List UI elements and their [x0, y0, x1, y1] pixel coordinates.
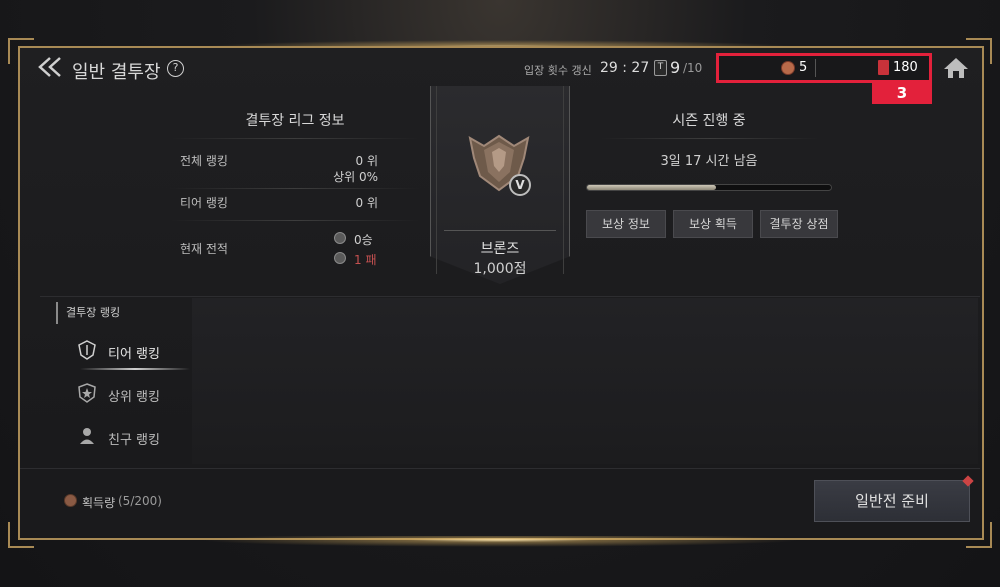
season-separator — [600, 138, 820, 139]
star-shield-icon — [78, 383, 96, 403]
arena-token-icon — [878, 60, 889, 75]
sidebar-item-label: 티어 랭킹 — [108, 347, 160, 362]
section-divider — [40, 296, 980, 297]
annotation-badge: 3 — [872, 82, 932, 104]
active-tab-indicator — [80, 368, 190, 370]
overall-ranking-label: 전체 랭킹 — [180, 154, 228, 168]
home-icon — [944, 58, 968, 78]
tier-crest-icon — [78, 340, 96, 360]
entry-refresh-timer: 29 : 27 — [600, 60, 650, 76]
wins-value: 0승 — [354, 233, 373, 247]
friend-icon — [80, 428, 94, 444]
battle-medal-icon — [64, 494, 77, 507]
sidebar-item-friend-ranking[interactable]: 친구 랭킹 — [70, 420, 190, 454]
tier-name: 브론즈 — [480, 241, 520, 257]
normal-match-prepare-button[interactable]: 일반전 준비 — [814, 480, 970, 522]
league-info-title: 결투장 리그 정보 — [245, 113, 345, 129]
losses-value: 1 패 — [354, 253, 377, 267]
sidebar-item-label: 상위 랭킹 — [108, 390, 160, 405]
ticket-current: 9 — [670, 58, 681, 77]
season-progress-bar — [586, 184, 832, 191]
tier-separator — [444, 230, 556, 231]
back-arrow-icon — [38, 57, 61, 77]
season-progress-fill — [587, 185, 717, 190]
battle-medal-icon — [781, 61, 795, 75]
sidebar-item-tier-ranking[interactable]: 티어 랭킹 — [70, 334, 190, 368]
league-separator — [170, 138, 420, 139]
screen: 일반 결투장 ? 입장 횟수 갱신 29 : 27 T 9 /10 5 180 … — [0, 0, 1000, 587]
league-separator — [170, 188, 420, 189]
claim-reward-button[interactable]: 보상 획득 — [673, 210, 753, 238]
tier-rank-badge: V — [509, 174, 531, 196]
overall-ranking-value: 0 위 — [355, 154, 379, 168]
current-record-label: 현재 전적 — [180, 242, 228, 256]
arena-shop-button[interactable]: 결투장 상점 — [760, 210, 838, 238]
league-separator — [170, 220, 420, 221]
tier-ranking-label: 티어 랭킹 — [180, 196, 228, 210]
defeat-icon — [334, 252, 346, 264]
home-button[interactable] — [942, 56, 970, 80]
arena-token-count: 180 — [893, 60, 918, 75]
currency-divider — [815, 59, 816, 77]
currency-highlight-box: 5 180 — [716, 53, 932, 83]
ranking-content-panel — [192, 298, 978, 464]
tier-ranking-value: 0 위 — [355, 196, 379, 210]
tier-points: 1,000점 — [473, 261, 527, 277]
back-button[interactable] — [36, 56, 66, 78]
sidebar-item-label: 친구 랭킹 — [108, 433, 160, 448]
entry-refresh-label: 입장 횟수 갱신 — [524, 64, 592, 77]
battle-medal-count: 5 — [799, 60, 808, 75]
arena-ranking-header: 결투장 랭킹 — [56, 302, 186, 324]
overall-ranking-percentile: 상위 0% — [333, 170, 378, 184]
trophy-icon — [334, 232, 346, 244]
ticket-max: /10 — [683, 61, 703, 75]
season-status-title: 시즌 진행 중 — [672, 113, 746, 129]
league-info-panel: 결투장 리그 정보 전체 랭킹 0 위 상위 0% 티어 랭킹 0 위 현재 전… — [158, 90, 432, 296]
header-bar: 일반 결투장 ? 입장 횟수 갱신 29 : 27 T 9 /10 5 180 — [20, 50, 980, 86]
reward-info-button[interactable]: 보상 정보 — [586, 210, 666, 238]
gain-count: (5/200) — [118, 494, 162, 508]
season-remaining-time: 3일 17 시간 남음 — [660, 154, 758, 169]
sidebar-item-top-ranking[interactable]: 상위 랭킹 — [70, 377, 190, 411]
ticket-icon: T — [654, 60, 667, 76]
gain-label: 획득량 — [82, 496, 116, 510]
page-title: 일반 결투장 — [72, 62, 161, 83]
help-icon[interactable]: ? — [167, 60, 184, 77]
